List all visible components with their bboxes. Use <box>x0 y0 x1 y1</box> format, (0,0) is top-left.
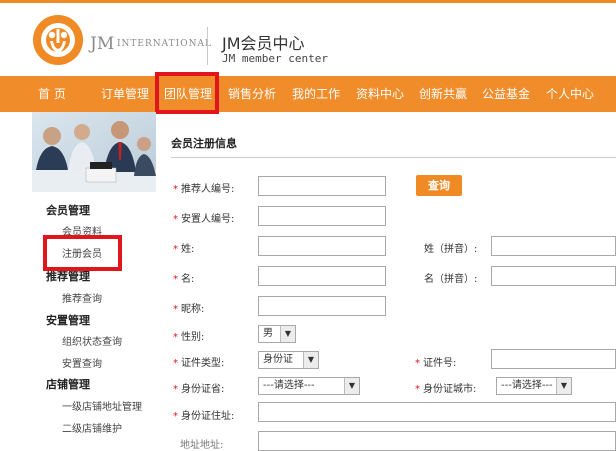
surname-pinyin-input[interactable] <box>491 236 616 256</box>
id-province-select[interactable]: ---请选择--- ▼ <box>258 377 360 395</box>
nickname-input[interactable] <box>258 296 386 316</box>
id-address-input[interactable] <box>258 402 616 422</box>
id-type-select[interactable]: 身份证 ▼ <box>258 351 319 369</box>
nav-orders[interactable]: 订单管理 <box>101 76 149 112</box>
id-city-select[interactable]: ---请选择--- ▼ <box>496 377 572 395</box>
nav-charity[interactable]: 公益基金 <box>482 76 530 112</box>
partial-address-input[interactable] <box>258 431 616 451</box>
nav-home[interactable]: 首 页 <box>38 76 66 112</box>
chevron-down-icon: ▼ <box>303 352 318 368</box>
gender-select[interactable]: 男 ▼ <box>258 325 296 343</box>
nav-resources[interactable]: 资料中心 <box>356 76 404 112</box>
chevron-down-icon: ▼ <box>556 378 571 394</box>
given-name-pinyin-label: 名（拼音）: <box>424 274 478 285</box>
id-number-label: * 证件号: <box>415 358 457 369</box>
surname-pinyin-label: 姓（拼音）: <box>424 244 478 255</box>
nav-profile[interactable]: 个人中心 <box>546 76 594 112</box>
id-type-label: * 证件类型: <box>173 358 225 369</box>
placer-number-input[interactable] <box>258 206 386 226</box>
id-province-label: * 身份证省: <box>173 384 225 395</box>
sidebar-group-member: 会员管理 <box>46 204 90 217</box>
site-title: JM会员中心 <box>222 34 305 53</box>
nav-active-highlight <box>155 72 219 114</box>
surname-label: * 姓: <box>173 244 195 255</box>
surname-input[interactable] <box>258 236 386 256</box>
query-button[interactable]: 查询 <box>416 175 462 196</box>
sidebar-item-store-l2[interactable]: 二级店铺维护 <box>62 420 122 435</box>
sidebar-item-placement-query[interactable]: 安置查询 <box>62 355 102 370</box>
site-subtitle: JM member center <box>222 52 328 65</box>
nickname-label: * 昵称: <box>173 304 205 315</box>
sidebar-item-store-l1[interactable]: 一级店铺地址管理 <box>62 398 142 413</box>
referrer-number-input[interactable] <box>258 176 386 196</box>
required-mark: * <box>173 184 178 195</box>
id-number-input[interactable] <box>491 349 616 369</box>
site-header: JM INTERNATIONAL JM会员中心 JM member center <box>0 3 616 76</box>
logo-subtext: INTERNATIONAL <box>117 39 212 49</box>
id-address-label: * 身份证住址: <box>173 411 235 422</box>
main-nav: 首 页 订单管理 团队管理 销售分析 我的工作 资料中心 创新共赢 公益基金 个… <box>0 76 616 112</box>
sidebar-active-highlight <box>43 235 122 271</box>
gender-label: * 性别: <box>173 332 205 343</box>
header-divider <box>207 27 208 65</box>
sidebar-group-placement: 安置管理 <box>46 314 90 327</box>
sidebar-item-referral-query[interactable]: 推荐查询 <box>62 290 102 305</box>
sidebar-group-store: 店铺管理 <box>46 378 90 391</box>
sidebar-item-org-status[interactable]: 组织状态查询 <box>62 333 122 348</box>
logo-icon[interactable] <box>33 15 83 65</box>
nav-work[interactable]: 我的工作 <box>292 76 340 112</box>
section-divider <box>171 157 616 158</box>
business-team-photo <box>32 112 156 192</box>
chevron-down-icon: ▼ <box>280 326 295 342</box>
id-city-label: * 身份证城市: <box>415 384 477 395</box>
nav-sales[interactable]: 销售分析 <box>228 76 276 112</box>
chevron-down-icon: ▼ <box>344 378 359 394</box>
nav-innovation[interactable]: 创新共赢 <box>419 76 467 112</box>
given-name-pinyin-input[interactable] <box>491 266 616 286</box>
placer-label: * 安置人编号: <box>173 214 235 225</box>
given-name-input[interactable] <box>258 266 386 286</box>
given-name-label: * 名: <box>173 274 195 285</box>
form-section-title: 会员注册信息 <box>171 137 237 150</box>
referrer-label: * 推荐人编号: <box>173 184 235 195</box>
logo-text: JM <box>90 34 115 54</box>
